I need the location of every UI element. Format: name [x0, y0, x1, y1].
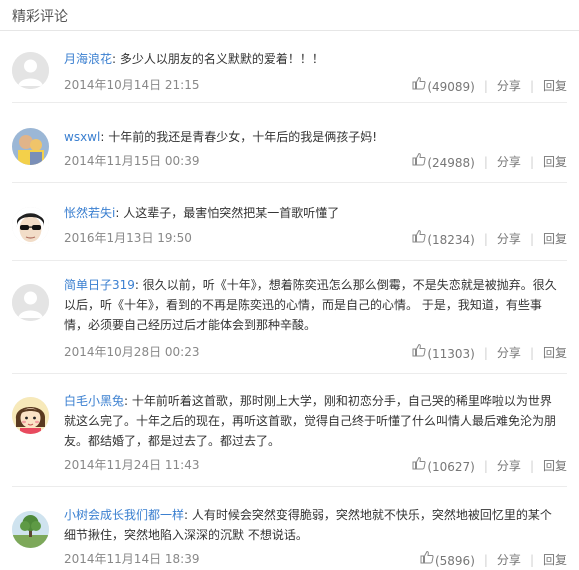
share-button[interactable]: 分享: [497, 230, 521, 248]
action-separator: |: [529, 552, 534, 567]
comment-meta: 2014年10月28日 00:23 (11303) | 分享 | 回复: [64, 343, 567, 361]
like-button[interactable]: (11303): [412, 343, 475, 363]
comment-username[interactable]: 小树会成长我们都一样: [64, 508, 184, 522]
comment-text-block: wsxwl: 十年前的我还是青春少女，十年后的我是俩孩子妈!: [64, 130, 378, 144]
action-separator: |: [529, 231, 534, 246]
comment-username[interactable]: 简单日子319: [64, 278, 135, 292]
comment-text: 十年前听着这首歌，那时刚上大学，刚和初恋分手，自己哭的稀里哗啦以为世界就这么完了…: [64, 394, 557, 448]
comment-time: 2016年1月13日 19:50: [64, 231, 192, 245]
share-button[interactable]: 分享: [497, 153, 521, 171]
comment-meta: 2014年11月15日 00:39 (24988) | 分享 | 回复: [64, 152, 567, 170]
like-count: (11303): [427, 346, 475, 361]
action-separator: |: [483, 345, 488, 360]
comment-divider: [12, 260, 567, 261]
thumbs-up-icon: [412, 76, 426, 90]
comment-divider: [12, 182, 567, 183]
comment-time: 2014年11月24日 11:43: [64, 458, 200, 472]
share-button[interactable]: 分享: [497, 551, 521, 569]
like-count: (18234): [427, 232, 475, 247]
action-separator: |: [483, 78, 488, 93]
action-separator: |: [483, 154, 488, 169]
comment-text-block: 小树会成长我们都一样: 人有时候会突然变得脆弱，突然地就不快乐，突然地被回忆里的…: [64, 508, 552, 542]
reply-button[interactable]: 回复: [543, 344, 567, 362]
action-separator: |: [529, 78, 534, 93]
thumbs-up-icon: [412, 456, 426, 470]
comment-text-block: 简单日子319: 很久以前，听《十年》，想着陈奕迅怎么那么倒霉，不是失恋就是被抛…: [64, 278, 557, 332]
thumbs-up-icon: [420, 550, 434, 564]
thumbs-up-icon: [412, 152, 426, 166]
action-separator: |: [483, 231, 488, 246]
comment-time: 2014年10月14日 21:15: [64, 78, 200, 92]
comment-text-block: 月海浪花: 多少人以朋友的名义默默的爱着！！！: [64, 52, 324, 66]
section-title: 精彩评论: [12, 9, 68, 25]
comment-meta: 2014年11月24日 11:43 (10627) | 分享 | 回复: [64, 456, 567, 474]
photo-avatar-icon[interactable]: [12, 128, 49, 165]
reply-button[interactable]: 回复: [543, 230, 567, 248]
sunglasses-avatar-icon[interactable]: [12, 207, 49, 244]
like-count: (49089): [427, 79, 475, 94]
comment-text: 十年前的我还是青春少女，十年后的我是俩孩子妈!: [108, 130, 378, 144]
comment-meta: 2014年11月14日 18:39 (5896) | 分享 | 回复: [64, 550, 567, 568]
comment-text: 多少人以朋友的名义默默的爱着！！！: [119, 52, 324, 66]
comment-text: 人这辈子，最害怕突然把某一首歌听懂了: [123, 206, 340, 220]
reply-button[interactable]: 回复: [543, 551, 567, 569]
comment-meta: 2014年10月14日 21:15 (49089) | 分享 | 回复: [64, 76, 567, 94]
reply-button[interactable]: 回复: [543, 457, 567, 475]
action-separator: |: [483, 458, 488, 473]
action-separator: |: [529, 345, 534, 360]
share-button[interactable]: 分享: [497, 457, 521, 475]
comment-username[interactable]: 白毛小黑兔: [64, 394, 124, 408]
action-separator: |: [483, 552, 488, 567]
action-separator: |: [529, 154, 534, 169]
thumbs-up-icon: [412, 229, 426, 243]
like-button[interactable]: (10627): [412, 456, 475, 476]
comment-divider: [12, 373, 567, 374]
title-divider: [0, 30, 579, 31]
comment-time: 2014年11月14日 18:39: [64, 552, 200, 566]
reply-button[interactable]: 回复: [543, 153, 567, 171]
like-button[interactable]: (49089): [412, 76, 475, 96]
comment-username[interactable]: 怅然若失i: [64, 206, 115, 220]
comment-divider: [12, 102, 567, 103]
cartoon-girl-avatar-icon[interactable]: [12, 397, 49, 434]
comment-username[interactable]: 月海浪花: [64, 52, 112, 66]
share-button[interactable]: 分享: [497, 77, 521, 95]
comment-username[interactable]: wsxwl: [64, 130, 100, 144]
thumbs-up-icon: [412, 343, 426, 357]
default-avatar-icon[interactable]: [12, 52, 49, 89]
like-button[interactable]: (18234): [412, 229, 475, 249]
like-count: (24988): [427, 155, 475, 170]
action-separator: |: [529, 458, 534, 473]
comment-time: 2014年10月28日 00:23: [64, 345, 200, 359]
like-count: (10627): [427, 459, 475, 474]
comment-text-block: 白毛小黑兔: 十年前听着这首歌，那时刚上大学，刚和初恋分手，自己哭的稀里哗啦以为…: [64, 394, 557, 448]
comment-divider: [12, 486, 567, 487]
tree-avatar-icon[interactable]: [12, 511, 49, 548]
comment-text-block: 怅然若失i: 人这辈子，最害怕突然把某一首歌听懂了: [64, 206, 340, 220]
like-button[interactable]: (24988): [412, 152, 475, 172]
share-button[interactable]: 分享: [497, 344, 521, 362]
default-avatar-icon[interactable]: [12, 284, 49, 321]
reply-button[interactable]: 回复: [543, 77, 567, 95]
comment-time: 2014年11月15日 00:39: [64, 154, 200, 168]
comment-meta: 2016年1月13日 19:50 (18234) | 分享 | 回复: [64, 229, 567, 247]
